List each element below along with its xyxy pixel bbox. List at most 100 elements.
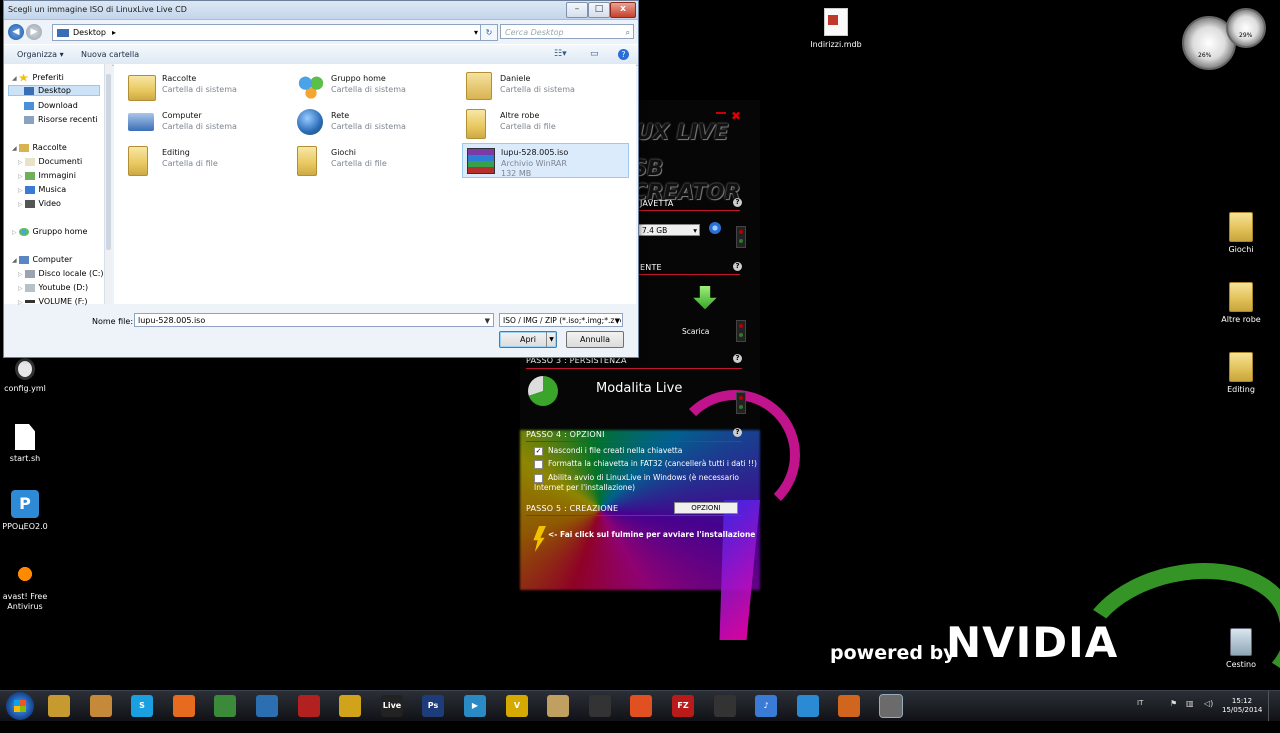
options-button[interactable]: OPZIONI bbox=[674, 502, 738, 514]
desktop-icon-altre-robe[interactable]: Altre robe bbox=[1205, 282, 1277, 325]
open-button[interactable]: Apri ▼ bbox=[499, 331, 557, 348]
taskbar-app-icon[interactable] bbox=[589, 695, 611, 717]
nav-drive-c[interactable]: ▷ Disco locale (C:) bbox=[18, 269, 104, 278]
file-item-computer[interactable]: Computer Cartella di sistema bbox=[124, 107, 289, 141]
nav-recent[interactable]: Risorse recenti bbox=[24, 115, 98, 124]
refresh-button[interactable]: ↻ bbox=[480, 24, 498, 41]
checkbox[interactable] bbox=[534, 473, 543, 483]
nav-documents[interactable]: ▷ Documenti bbox=[18, 157, 82, 166]
desktop-icon-editing[interactable]: Editing bbox=[1205, 352, 1277, 395]
taskbar-app-icon[interactable]: ♪ bbox=[755, 695, 777, 717]
help-icon[interactable]: ? bbox=[733, 198, 742, 207]
help-icon[interactable]: ? bbox=[733, 262, 742, 271]
filename-input[interactable]: lupu-528.005.iso ▼ bbox=[134, 313, 494, 327]
taskbar-app-icon[interactable] bbox=[298, 695, 320, 717]
search-icon[interactable]: ⌕ bbox=[626, 25, 630, 40]
taskbar-clock[interactable]: 15:12 15/05/2014 bbox=[1222, 697, 1262, 715]
file-item-rete[interactable]: Rete Cartella di sistema bbox=[293, 107, 458, 141]
dialog-titlebar[interactable]: Scegli un immagine ISO di LinuxLive Live… bbox=[4, 1, 638, 20]
taskbar-app-icon[interactable] bbox=[547, 695, 569, 717]
forward-button[interactable]: ▶ bbox=[26, 24, 42, 40]
help-icon[interactable]: ? bbox=[618, 49, 629, 60]
filetype-select[interactable]: ISO / IMG / ZIP (*.iso;*.img;*.zip ▼ bbox=[499, 313, 623, 327]
minimize-icon[interactable] bbox=[716, 112, 726, 114]
maximize-button[interactable]: □ bbox=[588, 2, 610, 18]
option-format-fat32[interactable]: Formatta la chiavetta in FAT32 (cancelle… bbox=[534, 459, 757, 469]
taskbar-app-icon[interactable]: Live bbox=[381, 695, 403, 717]
taskbar-app-icon[interactable] bbox=[214, 695, 236, 717]
desktop-icon-cestino[interactable]: Cestino bbox=[1205, 628, 1277, 670]
desktop-icon-indirizzi[interactable]: Indirizzi.mdb bbox=[800, 8, 872, 50]
file-item-lupu-iso[interactable]: lupu-528.005.iso Archivio WinRAR 132 MB bbox=[462, 143, 629, 178]
nav-download[interactable]: Download bbox=[24, 101, 78, 110]
refresh-icon[interactable] bbox=[709, 222, 721, 234]
file-item-altre-robe[interactable]: Altre robe Cartella di file bbox=[462, 107, 627, 141]
desktop-icon-avast[interactable]: avast! Free Antivirus bbox=[0, 560, 61, 612]
download-label[interactable]: Scarica bbox=[682, 327, 709, 336]
back-button[interactable]: ◀ bbox=[8, 24, 24, 40]
checkbox-checked[interactable]: ✓ bbox=[534, 446, 543, 456]
taskbar-app-icon[interactable] bbox=[797, 695, 819, 717]
taskbar-app-icon[interactable]: ▶ bbox=[464, 695, 486, 717]
desktop-icon-giochi[interactable]: Giochi bbox=[1205, 212, 1277, 255]
taskbar-app-icon[interactable] bbox=[838, 695, 860, 717]
nav-music[interactable]: ▷ Musica bbox=[18, 185, 66, 194]
taskbar-app-icon[interactable] bbox=[173, 695, 195, 717]
expand-icon[interactable]: ◢ bbox=[12, 75, 19, 82]
minimize-button[interactable]: – bbox=[566, 2, 588, 18]
taskbar-app-icon[interactable]: FZ bbox=[672, 695, 694, 717]
network-icon[interactable]: ▥ bbox=[1186, 699, 1194, 708]
chevron-down-icon[interactable]: ▼ bbox=[546, 332, 556, 347]
new-folder-button[interactable]: Nuova cartella bbox=[81, 50, 139, 59]
option-enable-launch[interactable]: Abilita avvio di LinuxLive in Windows (è… bbox=[534, 473, 754, 492]
help-icon[interactable]: ? bbox=[733, 428, 742, 437]
nav-drive-d[interactable]: ▷ Youtube (D:) bbox=[18, 283, 88, 292]
collapse-arrow-icon[interactable]: ▷ bbox=[12, 229, 19, 236]
chevron-down-icon[interactable]: ▾ bbox=[474, 25, 478, 40]
close-icon[interactable]: ✖ bbox=[731, 110, 741, 122]
help-icon[interactable]: ? bbox=[733, 354, 742, 363]
nav-desktop[interactable]: Desktop bbox=[8, 85, 100, 96]
desktop-icon-config[interactable]: config.yml bbox=[0, 358, 61, 394]
chevron-down-icon[interactable]: ▼ bbox=[614, 314, 620, 326]
cancel-button[interactable]: Annulla bbox=[566, 331, 624, 348]
memory-gauge-gadget[interactable]: 29% bbox=[1226, 8, 1266, 48]
taskbar-app-icon[interactable]: Ps bbox=[422, 695, 444, 717]
taskbar-app-icon[interactable] bbox=[48, 695, 70, 717]
option-hide-files[interactable]: ✓ Nascondi i file creati nella chiavetta bbox=[534, 446, 682, 456]
organize-button[interactable]: Organizza ▾ bbox=[17, 50, 64, 59]
file-item-editing[interactable]: Editing Cartella di file bbox=[124, 144, 289, 178]
view-options-icon[interactable]: ☷▾ bbox=[554, 49, 567, 59]
taskbar-app-icon[interactable] bbox=[256, 695, 278, 717]
taskbar-app-icon[interactable] bbox=[630, 695, 652, 717]
nav-drive-f[interactable]: ▷ VOLUME (F:) bbox=[18, 297, 88, 306]
language-indicator[interactable]: IT bbox=[1137, 699, 1143, 707]
chevron-down-icon[interactable]: ▼ bbox=[485, 314, 490, 328]
taskbar-app-icon[interactable] bbox=[90, 695, 112, 717]
close-button[interactable]: x bbox=[610, 2, 636, 18]
flag-icon[interactable]: ⚑ bbox=[1170, 699, 1177, 708]
file-item-daniele[interactable]: Daniele Cartella di sistema bbox=[462, 70, 627, 104]
checkbox[interactable] bbox=[534, 459, 543, 469]
taskbar-app-icon[interactable]: V bbox=[506, 695, 528, 717]
taskbar-app-icon[interactable] bbox=[339, 695, 361, 717]
usb-drive-select[interactable]: 7.4 GB ▾ bbox=[638, 224, 700, 236]
volume-icon[interactable]: ◁) bbox=[1204, 699, 1213, 708]
desktop-icon-ppsspp[interactable]: P PPOцEO2.0 bbox=[0, 490, 61, 532]
nav-favorites[interactable]: ◢ Preferiti bbox=[12, 73, 64, 82]
desktop-icon-start-sh[interactable]: start.sh bbox=[0, 424, 61, 464]
file-item-raccolte[interactable]: Raccolte Cartella di sistema bbox=[124, 70, 289, 104]
show-desktop-button[interactable] bbox=[1268, 691, 1280, 721]
nav-scrollbar[interactable] bbox=[105, 64, 112, 304]
nav-libraries[interactable]: ◢ Raccolte bbox=[12, 143, 67, 152]
address-bar[interactable]: Desktop ▸ ▾ bbox=[52, 24, 482, 41]
taskbar-app-icon[interactable] bbox=[879, 694, 903, 718]
breadcrumb-arrow-icon[interactable]: ▸ bbox=[112, 28, 116, 37]
preview-pane-icon[interactable]: ▭ bbox=[590, 49, 599, 59]
taskbar-app-icon[interactable]: S bbox=[131, 695, 153, 717]
nav-computer[interactable]: ◢ Computer bbox=[12, 255, 72, 264]
taskbar-app-icon[interactable] bbox=[714, 695, 736, 717]
search-input[interactable]: Cerca Desktop ⌕ bbox=[500, 24, 634, 39]
download-arrow-icon[interactable] bbox=[693, 286, 717, 310]
scrollbar-thumb[interactable] bbox=[106, 74, 111, 250]
